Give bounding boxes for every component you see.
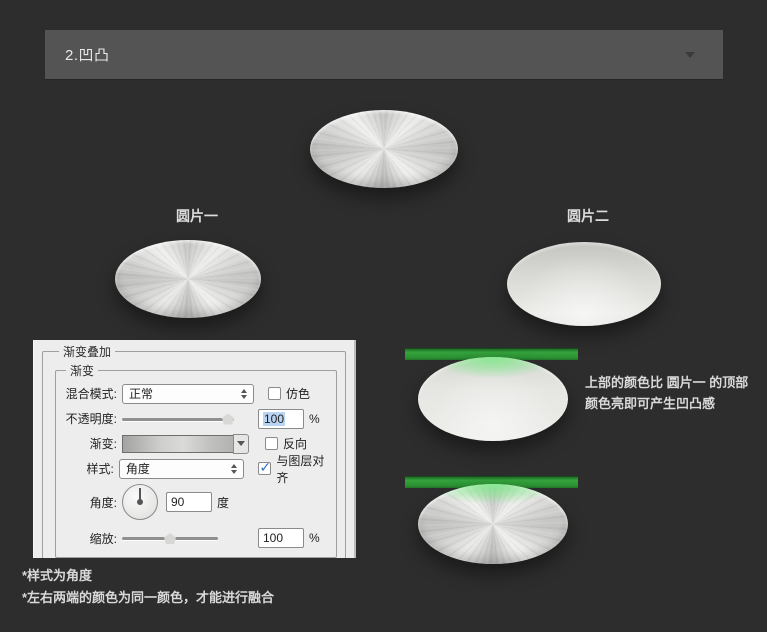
gradient-swatch[interactable] <box>122 435 234 453</box>
annotation-line-2: 颜色亮即可产生凹凸感 <box>585 393 765 414</box>
align-layer-checkbox[interactable]: ✓ <box>258 462 271 475</box>
annotation-text: 上部的颜色比 圆片一 的顶部 颜色亮即可产生凹凸感 <box>585 372 765 414</box>
style-value: 角度 <box>126 460 150 477</box>
opacity-unit: % <box>309 412 320 426</box>
annotation-line-1: 上部的颜色比 圆片一 的顶部 <box>585 372 765 393</box>
footnote-style: *样式为角度 <box>22 565 274 587</box>
disc1-label: 圆片一 <box>147 206 247 226</box>
reverse-group: 反向 <box>265 435 307 452</box>
section-header-bar[interactable]: 2.凹凸 <box>45 30 723 80</box>
angle-row: 角度: 90 度 <box>60 481 332 523</box>
opacity-value: 100 <box>263 412 285 426</box>
blend-mode-row: 混合模式: 正常 仿色 <box>60 381 332 406</box>
gradient-label: 渐变: <box>60 435 122 452</box>
gradient-picker-button[interactable] <box>233 434 249 454</box>
metal-disc-green-highlight <box>418 484 568 564</box>
gradient-overlay-group-title: 渐变叠加 <box>59 343 115 360</box>
style-label: 样式: <box>60 460 119 477</box>
opacity-row: 不透明度: 100 % <box>60 406 332 431</box>
gradient-overlay-group: 渐变叠加 渐变 混合模式: 正常 仿色 不透明度: <box>42 343 346 558</box>
style-row: 样式: 角度 ✓ 与图层对齐 <box>60 456 332 481</box>
opacity-label: 不透明度: <box>60 410 122 427</box>
opacity-input[interactable]: 100 <box>258 409 304 429</box>
dropdown-arrow-icon <box>237 441 245 446</box>
check-icon: ✓ <box>259 459 271 476</box>
footnote-blend: *左右两端的颜色为同一颜色，才能进行融合 <box>22 587 274 609</box>
spinner-icon <box>231 464 237 474</box>
gradient-overlay-panel: 渐变叠加 渐变 混合模式: 正常 仿色 不透明度: <box>33 340 356 558</box>
spinner-icon <box>241 389 247 399</box>
gradient-group: 渐变 混合模式: 正常 仿色 不透明度: <box>55 362 337 558</box>
section-title: 2.凹凸 <box>65 44 110 65</box>
chevron-down-icon[interactable] <box>685 52 695 58</box>
angle-dial[interactable] <box>122 484 158 520</box>
angle-unit: 度 <box>217 494 229 511</box>
style-select[interactable]: 角度 <box>119 459 244 479</box>
angle-label: 角度: <box>60 494 122 511</box>
opacity-slider-thumb[interactable] <box>222 414 234 425</box>
reverse-label: 反向 <box>283 435 307 452</box>
footnotes: *样式为角度 *左右两端的颜色为同一颜色，才能进行融合 <box>22 565 274 609</box>
dither-label: 仿色 <box>286 385 310 402</box>
blend-mode-label: 混合模式: <box>60 385 122 402</box>
scale-slider[interactable] <box>122 532 218 544</box>
disc2-label: 圆片二 <box>538 206 638 226</box>
tutorial-page: 2.凹凸 圆片一 圆片二 上部的颜色比 圆片一 的顶部 颜色亮即可产生凹凸感 渐… <box>0 0 767 632</box>
metal-disc-one <box>115 240 261 318</box>
align-layer-group: ✓ 与图层对齐 <box>258 452 332 486</box>
align-layer-label: 与图层对齐 <box>276 452 332 486</box>
blend-mode-select[interactable]: 正常 <box>122 384 254 404</box>
reverse-checkbox[interactable] <box>265 437 278 450</box>
opacity-slider[interactable] <box>122 413 234 425</box>
gradient-group-title: 渐变 <box>66 362 98 379</box>
dither-group: 仿色 <box>268 385 310 402</box>
scale-value: 100 <box>263 531 283 545</box>
metal-disc-hero <box>310 110 458 188</box>
scale-label: 缩放: <box>60 530 122 547</box>
angle-value: 90 <box>171 495 184 509</box>
blend-mode-value: 正常 <box>129 385 153 402</box>
angle-input[interactable]: 90 <box>166 492 212 512</box>
smooth-disc-green-highlight <box>418 357 568 441</box>
scale-slider-thumb[interactable] <box>164 533 176 544</box>
scale-unit: % <box>309 531 320 545</box>
smooth-disc-two <box>507 242 661 326</box>
scale-input[interactable]: 100 <box>258 528 304 548</box>
scale-row: 缩放: 100 % <box>60 523 332 553</box>
dither-checkbox[interactable] <box>268 387 281 400</box>
